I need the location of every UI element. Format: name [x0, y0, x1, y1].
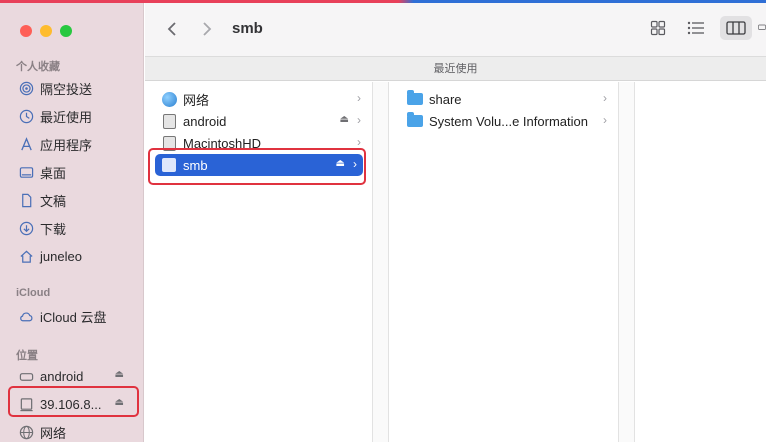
- applications-icon: [18, 136, 34, 152]
- recents-header: 最近使用: [145, 57, 766, 81]
- column-item-android[interactable]: android ⏏ ›: [155, 110, 367, 132]
- sidebar-item-label: android: [40, 368, 84, 384]
- home-icon: [18, 248, 34, 264]
- cloud-icon: [18, 308, 34, 324]
- column-item-label: System Volu...e Information: [429, 113, 588, 129]
- sidebar: 个人收藏 隔空投送 最近使用 应用程序 桌面 文稿 下载 juneleo iCl…: [0, 3, 144, 442]
- network-icon: [18, 424, 34, 440]
- toolbar: smb: [145, 3, 766, 57]
- sidebar-item-label: 应用程序: [40, 137, 93, 153]
- sidebar-item-android[interactable]: android ⏏: [10, 364, 136, 388]
- columns-icon: [726, 21, 746, 35]
- airdrop-icon: [18, 80, 34, 96]
- column-item-label: android: [183, 113, 227, 129]
- column-item-label: share: [429, 91, 462, 107]
- folder-icon: [407, 112, 423, 129]
- grid-icon: [650, 20, 666, 36]
- chevron-right-icon: ›: [357, 113, 361, 127]
- sidebar-item-label: 最近使用: [40, 109, 93, 125]
- column-divider[interactable]: [373, 82, 389, 442]
- browser-column-1: 网络 › android ⏏ › MacintoshHD › smb ⏏ ›: [145, 82, 373, 442]
- sidebar-item-documents[interactable]: 文稿: [10, 188, 136, 212]
- sidebar-item-downloads[interactable]: 下载: [10, 216, 136, 240]
- icon-view-button[interactable]: [644, 16, 672, 40]
- icloud-header: iCloud: [16, 287, 51, 299]
- sidebar-item-network[interactable]: 网络: [10, 420, 136, 442]
- sidebar-item-label: 桌面: [40, 165, 67, 181]
- sidebar-item-label: 网络: [40, 425, 67, 441]
- drive-icon: [18, 368, 34, 384]
- annotation-highlight-sidebar: [8, 386, 139, 417]
- eject-icon[interactable]: ⏏: [115, 369, 124, 380]
- chevron-right-icon: ›: [603, 113, 607, 127]
- browser-column-3: [635, 82, 766, 442]
- network-globe-icon: [161, 91, 177, 107]
- sidebar-item-desktop[interactable]: 桌面: [10, 160, 136, 184]
- chevron-right-icon: ›: [357, 135, 361, 149]
- chevron-right-icon: ›: [357, 91, 361, 105]
- list-view-button[interactable]: [682, 16, 710, 40]
- back-button[interactable]: [162, 19, 182, 39]
- column-item-system-volume-information[interactable]: System Volu...e Information ›: [401, 110, 613, 132]
- close-window-button[interactable]: [20, 25, 32, 37]
- forward-button[interactable]: [197, 19, 217, 39]
- minimize-window-button[interactable]: [40, 25, 52, 37]
- list-icon: [687, 21, 704, 35]
- locations-header: 位置: [16, 350, 38, 362]
- clock-icon: [18, 108, 34, 124]
- column-item-network[interactable]: 网络 ›: [155, 88, 367, 110]
- window-title: smb: [232, 20, 263, 37]
- sidebar-item-label: 下载: [40, 221, 67, 237]
- chevron-right-icon: ›: [603, 91, 607, 105]
- chevron-right-icon: [203, 22, 212, 36]
- window-controls: [20, 25, 72, 37]
- sidebar-item-home[interactable]: juneleo: [10, 244, 136, 268]
- sidebar-item-icloud-drive[interactable]: iCloud 云盘: [10, 304, 136, 328]
- disk-icon: [161, 113, 177, 129]
- column-divider[interactable]: [619, 82, 635, 442]
- column-view-button[interactable]: [720, 16, 752, 40]
- sidebar-item-label: 隔空投送: [40, 81, 93, 97]
- desktop-icon: [18, 164, 34, 180]
- document-icon: [18, 192, 34, 208]
- favorites-header: 个人收藏: [16, 61, 60, 73]
- sidebar-item-recents[interactable]: 最近使用: [10, 104, 136, 128]
- sidebar-item-airdrop[interactable]: 隔空投送: [10, 76, 136, 100]
- annotation-highlight-smb: [148, 148, 366, 185]
- browser-column-2: share › System Volu...e Information ›: [389, 82, 619, 442]
- download-icon: [18, 220, 34, 236]
- sidebar-item-applications[interactable]: 应用程序: [10, 132, 136, 156]
- chevron-left-icon: [167, 22, 176, 36]
- column-item-share[interactable]: share ›: [401, 88, 613, 110]
- gallery-view-button[interactable]: [758, 16, 766, 40]
- eject-icon[interactable]: ⏏: [340, 114, 349, 125]
- folder-icon: [407, 90, 423, 107]
- gallery-icon: [758, 24, 766, 30]
- sidebar-item-label: 文稿: [40, 193, 67, 209]
- sidebar-item-label: iCloud 云盘: [40, 309, 107, 325]
- zoom-window-button[interactable]: [60, 25, 72, 37]
- sidebar-item-label: juneleo: [40, 248, 82, 264]
- column-item-label: 网络: [183, 92, 210, 108]
